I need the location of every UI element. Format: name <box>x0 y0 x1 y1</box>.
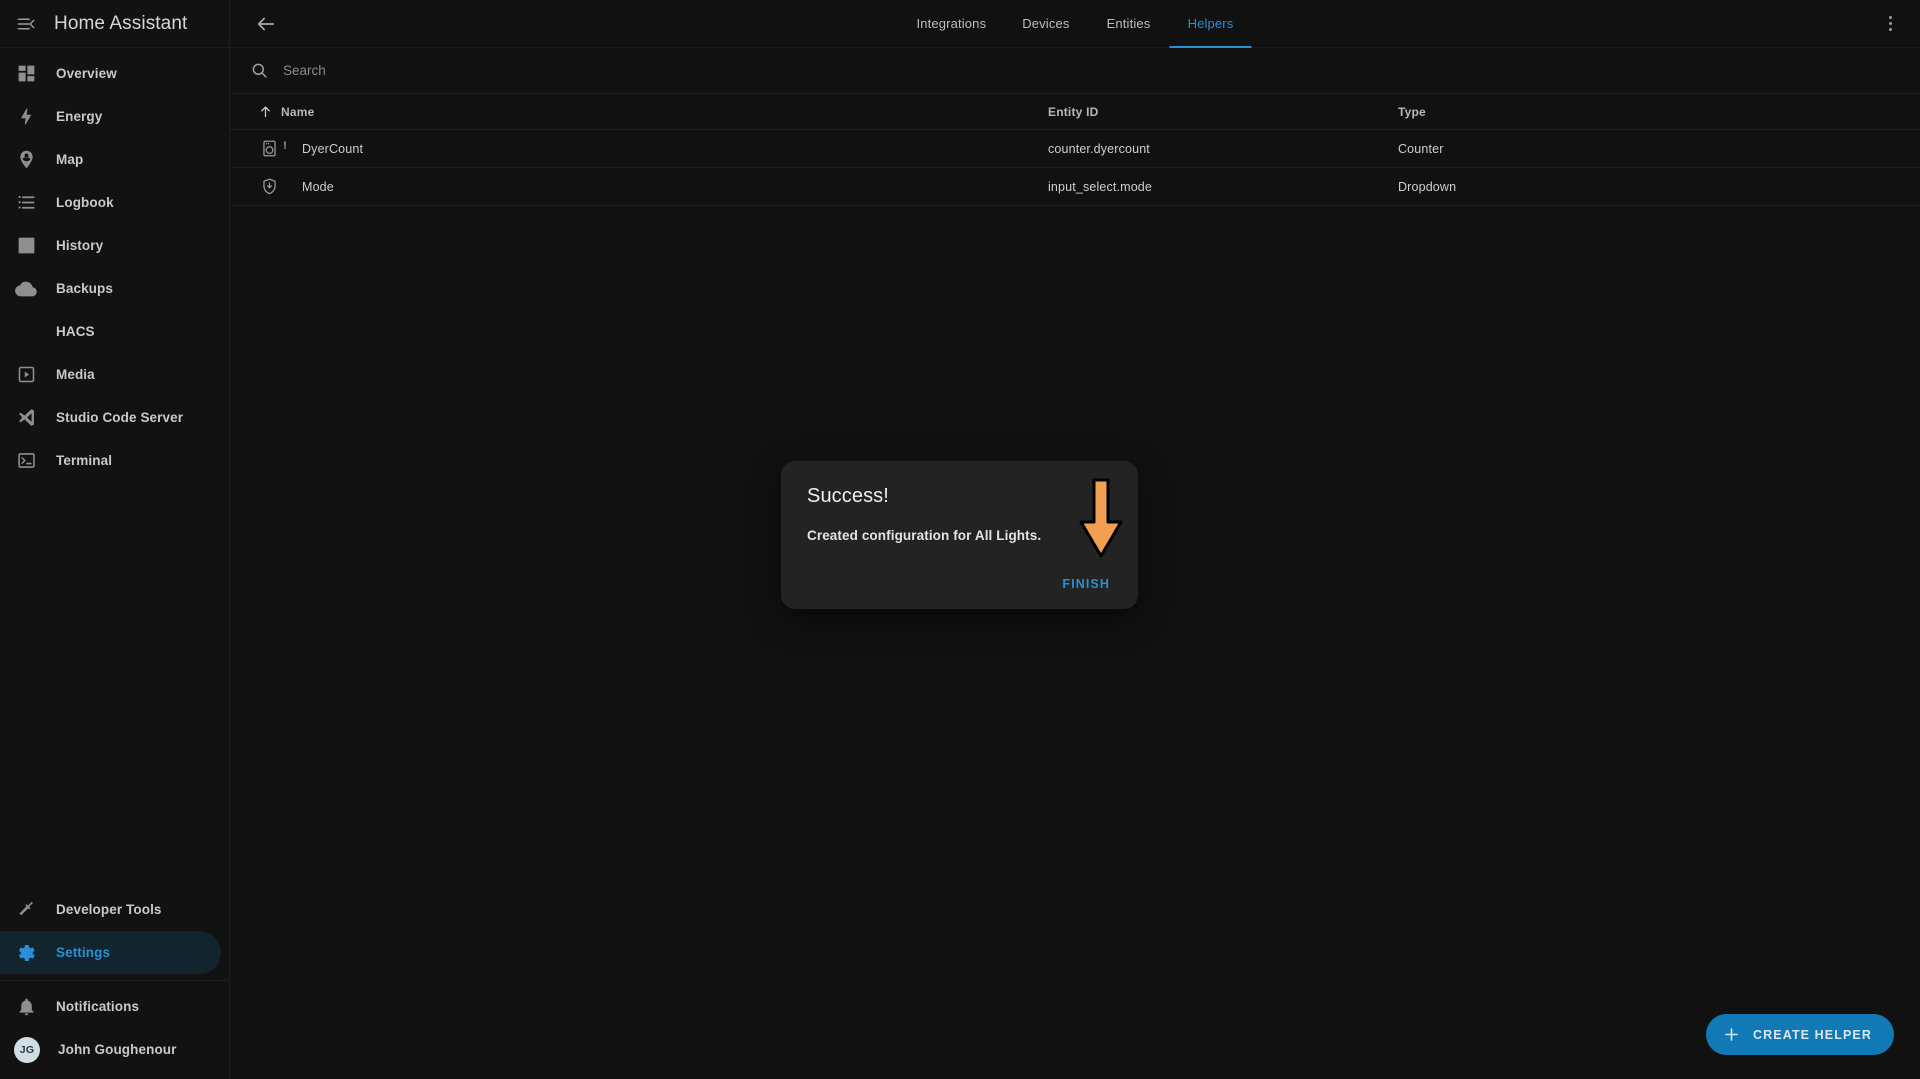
sidebar-item-label: Media <box>56 367 95 382</box>
kebab-dot <box>1888 22 1892 25</box>
map-marker-account-icon <box>14 148 38 172</box>
cell-name-label: DyerCount <box>302 141 364 156</box>
column-header-label: Type <box>1398 104 1426 119</box>
sidebar-item-hacs[interactable]: HACS <box>0 310 221 353</box>
view-dashboard-icon <box>14 62 38 86</box>
shield-down-icon <box>258 176 280 198</box>
sidebar-item-backups[interactable]: Backups <box>0 267 221 310</box>
sidebar-item-studio-code-server[interactable]: Studio Code Server <box>0 396 221 439</box>
sidebar-item-user-profile[interactable]: JG John Goughenour <box>0 1028 221 1071</box>
tab-integrations[interactable]: Integrations <box>898 0 1004 48</box>
sidebar-item-label: Developer Tools <box>56 902 162 917</box>
menu-collapse-icon[interactable] <box>12 10 40 38</box>
tab-label: Helpers <box>1187 16 1234 31</box>
play-box-icon <box>14 363 38 387</box>
kebab-dot <box>1888 16 1892 19</box>
sidebar-bottom: Developer Tools Settings Notifications J… <box>0 888 229 1079</box>
tab-label: Devices <box>1022 16 1070 31</box>
user-name-label: John Goughenour <box>58 1042 177 1057</box>
cell-name-label: Mode <box>302 179 334 194</box>
kebab-dot <box>1888 28 1892 31</box>
tab-helpers[interactable]: Helpers <box>1169 0 1252 48</box>
sidebar-item-logbook[interactable]: Logbook <box>0 181 221 224</box>
sidebar-item-label: Map <box>56 152 84 167</box>
sidebar-item-developer-tools[interactable]: Developer Tools <box>0 888 221 931</box>
console-icon <box>14 449 38 473</box>
top-toolbar: Integrations Devices Entities Helpers <box>230 0 1920 48</box>
sidebar-item-map[interactable]: Map <box>0 138 221 181</box>
sidebar-item-media[interactable]: Media <box>0 353 221 396</box>
washing-machine-icon: ! <box>258 138 287 160</box>
sidebar-item-energy[interactable]: Energy <box>0 95 221 138</box>
cog-icon <box>14 941 38 965</box>
sidebar-item-label: Logbook <box>56 195 114 210</box>
app-title: Home Assistant <box>54 12 188 34</box>
sidebar-item-settings[interactable]: Settings <box>0 931 221 974</box>
search-input[interactable] <box>283 63 703 78</box>
table-row[interactable]: Mode input_select.mode Dropdown <box>230 168 1920 206</box>
sidebar-item-label: HACS <box>56 324 95 339</box>
sidebar-item-label: Energy <box>56 109 103 124</box>
chart-box-icon <box>14 234 38 258</box>
dialog-message: Created configuration for All Lights. <box>807 528 1042 543</box>
dialog-actions: FINISH <box>1054 571 1118 597</box>
cell-type: Dropdown <box>1398 179 1457 194</box>
tab-entities[interactable]: Entities <box>1088 0 1170 48</box>
table-header-row: Name Entity ID Type <box>230 94 1920 130</box>
app-root: Home Assistant Overview Energy Map Logbo… <box>0 0 1920 1079</box>
success-dialog: Success! Created configuration for All L… <box>781 461 1138 609</box>
cell-name: Mode <box>258 176 1048 198</box>
sidebar-header: Home Assistant <box>0 0 229 48</box>
cloud-upload-icon <box>14 277 38 301</box>
finish-button[interactable]: FINISH <box>1054 571 1118 597</box>
dialog-title: Success! <box>807 485 889 507</box>
dots-vertical-icon[interactable] <box>1874 8 1906 40</box>
avatar: JG <box>14 1036 40 1063</box>
bell-icon <box>14 995 38 1019</box>
sort-ascending-icon[interactable] <box>258 104 273 119</box>
tab-bar: Integrations Devices Entities Helpers <box>898 0 1252 48</box>
lightning-bolt-icon <box>14 105 38 129</box>
column-header-label: Name <box>281 104 315 119</box>
hammer-icon <box>14 898 38 922</box>
cell-entity-id: counter.dyercount <box>1048 141 1150 156</box>
cell-name: ! DyerCount <box>258 138 1048 160</box>
sidebar-item-history[interactable]: History <box>0 224 221 267</box>
sidebar-item-label: History <box>56 238 104 253</box>
sidebar-divider <box>0 980 229 981</box>
table-row[interactable]: ! DyerCount counter.dyercount Counter <box>230 130 1920 168</box>
sidebar: Home Assistant Overview Energy Map Logbo… <box>0 0 230 1079</box>
warning-badge: ! <box>283 139 287 152</box>
sidebar-item-label: Terminal <box>56 453 113 468</box>
sidebar-item-label: Backups <box>56 281 113 296</box>
sidebar-item-label: Settings <box>56 945 111 960</box>
column-header-type[interactable]: Type <box>1398 105 1638 119</box>
sidebar-item-label: Notifications <box>56 999 140 1014</box>
sidebar-item-label: Studio Code Server <box>56 410 184 425</box>
tab-label: Integrations <box>916 16 987 31</box>
vscode-icon <box>14 406 38 430</box>
create-helper-button[interactable]: CREATE HELPER <box>1706 1014 1894 1055</box>
sidebar-item-notifications[interactable]: Notifications <box>0 985 221 1028</box>
tab-label: Entities <box>1106 16 1151 31</box>
format-list-bulleted-icon <box>14 191 38 215</box>
column-header-entity-id[interactable]: Entity ID <box>1048 105 1398 119</box>
search-bar <box>230 48 1920 94</box>
cell-type: Counter <box>1398 141 1444 156</box>
hacs-icon <box>14 320 38 344</box>
create-helper-label: CREATE HELPER <box>1753 1027 1872 1042</box>
sidebar-item-terminal[interactable]: Terminal <box>0 439 221 482</box>
sidebar-item-overview[interactable]: Overview <box>0 52 221 95</box>
tab-devices[interactable]: Devices <box>1004 0 1087 48</box>
magnify-icon <box>250 61 269 80</box>
column-header-name[interactable]: Name <box>258 104 1048 119</box>
cell-entity-id: input_select.mode <box>1048 179 1153 194</box>
sidebar-nav: Overview Energy Map Logbook History Back… <box>0 48 229 888</box>
plus-icon <box>1722 1025 1741 1044</box>
column-header-label: Entity ID <box>1048 104 1099 119</box>
sidebar-item-label: Overview <box>56 66 117 81</box>
arrow-left-icon[interactable] <box>246 4 286 44</box>
